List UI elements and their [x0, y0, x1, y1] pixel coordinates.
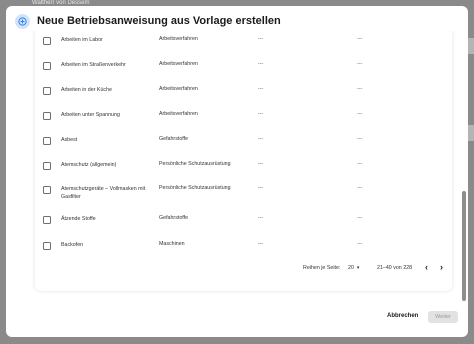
row-checkbox[interactable] [43, 37, 51, 45]
template-col4: --- [357, 215, 363, 221]
template-col4: --- [357, 185, 363, 191]
template-col4: --- [357, 36, 363, 42]
template-category: Persönliche Schutzausrüstung [159, 161, 231, 167]
row-checkbox[interactable] [43, 216, 51, 224]
template-col3: --- [258, 241, 264, 247]
template-name: Arbeiten unter Spannung [61, 112, 120, 118]
row-checkbox[interactable] [43, 162, 51, 170]
template-col4: --- [357, 241, 363, 247]
template-category: Gefahrstoffe [159, 136, 189, 142]
template-icon [15, 14, 30, 29]
row-checkbox[interactable] [43, 112, 51, 120]
rows-per-page-label: Reihen je Seite: [303, 265, 341, 271]
template-col3: --- [258, 136, 264, 142]
rows-per-page-value: 20 [348, 265, 354, 271]
template-col3: --- [258, 215, 264, 221]
scrollbar-thumb[interactable] [462, 191, 466, 301]
table-pagination: Reihen je Seite: 20 ▾ 21–40 von 228 ‹ › [35, 262, 452, 281]
template-name: Atemschutz (allgemein) [61, 162, 117, 168]
template-name: Atemschutzgeräte – Vollmasken mit Gasfil… [61, 186, 146, 200]
template-name: Asbest [61, 137, 78, 143]
chevron-right-icon[interactable]: › [440, 262, 443, 272]
template-name: Arbeiten im Straßenverkehr [61, 62, 126, 68]
template-col3: --- [258, 61, 264, 67]
template-name: Backofen [61, 242, 84, 248]
template-col4: --- [357, 161, 363, 167]
row-checkbox[interactable] [43, 137, 51, 145]
template-category: Maschinen [159, 241, 185, 247]
row-checkbox[interactable] [43, 186, 51, 194]
template-col3: --- [258, 111, 264, 117]
row-checkbox[interactable] [43, 62, 51, 70]
row-checkbox[interactable] [43, 87, 51, 95]
template-category: Persönliche Schutzausrüstung [159, 185, 231, 191]
template-col3: --- [258, 161, 264, 167]
dialog-title: Neue Betriebsanweisung aus Vorlage erste… [37, 15, 281, 27]
row-checkbox[interactable] [43, 242, 51, 250]
chevron-left-icon[interactable]: ‹ [425, 262, 428, 272]
create-from-template-dialog: Neue Betriebsanweisung aus Vorlage erste… [6, 6, 468, 337]
template-category: Arbeitsverfahren [159, 61, 198, 67]
cancel-button[interactable]: Abbrechen [387, 313, 418, 319]
template-table: Arbeiten im Labor Arbeitsverfahren --- -… [35, 31, 452, 291]
caret-down-icon: ▾ [356, 265, 360, 271]
template-category: Arbeitsverfahren [159, 111, 198, 117]
template-col3: --- [258, 36, 264, 42]
template-category: Gefahrstoffe [159, 215, 189, 221]
template-col4: --- [357, 136, 363, 142]
template-name: Ätzende Stoffe [61, 216, 96, 222]
template-col4: --- [357, 111, 363, 117]
template-col4: --- [357, 61, 363, 67]
next-button[interactable]: Weiter [428, 311, 458, 323]
template-name: Arbeiten in der Küche [61, 87, 112, 93]
template-col3: --- [258, 185, 264, 191]
rows-per-page-select[interactable]: 20 ▾ [348, 265, 359, 271]
template-col3: --- [258, 86, 264, 92]
dialog-scroll-area[interactable]: Arbeiten im Labor Arbeitsverfahren --- -… [6, 31, 468, 298]
template-name: Arbeiten im Labor [61, 37, 103, 43]
pagination-range: 21–40 von 228 [377, 265, 413, 271]
template-col4: --- [357, 86, 363, 92]
dialog-scrollbar[interactable] [462, 31, 466, 301]
template-category: Arbeitsverfahren [159, 36, 198, 42]
template-category: Arbeitsverfahren [159, 86, 198, 92]
